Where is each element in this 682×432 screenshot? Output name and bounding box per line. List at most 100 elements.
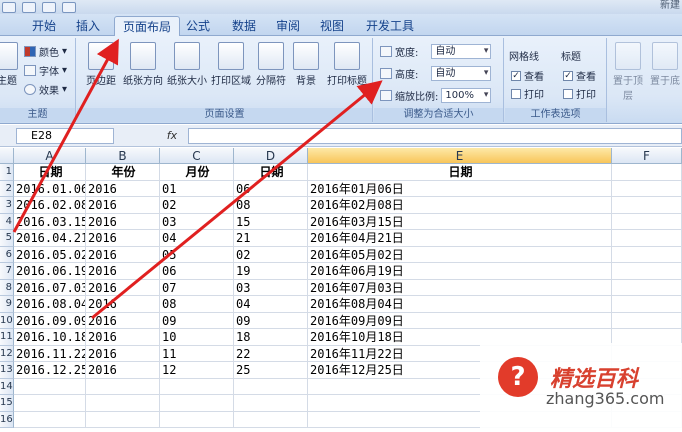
orientation-button[interactable]: 纸张方向 [121,42,165,87]
background-button[interactable]: 背景 [291,42,321,87]
column-header-d[interactable]: D [234,148,308,164]
table-cell[interactable]: 2016年04月21日 [308,230,612,247]
table-cell[interactable]: 2016.04.21 [14,230,86,247]
fx-icon[interactable]: fx [160,128,184,144]
table-cell[interactable]: 2016 [86,230,160,247]
table-cell[interactable]: 10 [160,329,234,346]
row-header[interactable]: 12 [0,345,14,362]
table-cell[interactable]: 01 [160,180,234,197]
empty-cell[interactable] [160,378,234,395]
tab-page-layout[interactable]: 页面布局 [114,16,181,36]
table-cell[interactable]: 08 [234,197,308,214]
row-header[interactable]: 14 [0,378,14,395]
name-box[interactable]: E28 [16,128,114,144]
table-cell[interactable]: 2016年02月08日 [308,197,612,214]
empty-cell[interactable] [234,411,308,428]
table-cell[interactable]: 03 [234,279,308,296]
formula-input[interactable] [188,128,682,144]
table-cell[interactable]: 06 [234,180,308,197]
tab-view[interactable]: 视图 [312,16,352,36]
row-header[interactable]: 13 [0,362,14,379]
table-cell[interactable]: 2016.09.09 [14,312,86,329]
table-cell[interactable]: 2016 [86,246,160,263]
tab-review[interactable]: 审阅 [268,16,308,36]
theme-fonts-button[interactable]: 字体 ▾ [24,63,67,78]
table-cell[interactable]: 02 [234,246,308,263]
row-header[interactable]: 4 [0,213,14,230]
tab-data[interactable]: 数据 [224,16,264,36]
table-cell[interactable]: 2016 [86,263,160,280]
breaks-button[interactable]: 分隔符 [253,42,289,87]
table-cell[interactable]: 2016年03月15日 [308,213,612,230]
table-cell[interactable]: 2016 [86,296,160,313]
undo-icon[interactable] [42,1,56,13]
row-header[interactable]: 2 [0,180,14,197]
empty-cell[interactable] [612,312,682,329]
table-cell[interactable]: 06 [160,263,234,280]
empty-cell[interactable] [86,378,160,395]
table-header-cell[interactable]: 月份 [160,164,234,181]
table-cell[interactable]: 15 [234,213,308,230]
empty-cell[interactable] [14,378,86,395]
scale-spinner[interactable]: 100% [441,88,492,103]
table-cell[interactable]: 19 [234,263,308,280]
empty-cell[interactable] [612,279,682,296]
width-dropdown[interactable]: 自动 [431,44,492,59]
margins-button[interactable]: 页边距 [81,42,121,87]
table-cell[interactable]: 09 [160,312,234,329]
tab-insert[interactable]: 插入 [68,16,108,36]
tab-developer[interactable]: 开发工具 [358,16,422,36]
theme-effects-button[interactable]: 效果 ▾ [24,82,67,97]
table-cell[interactable]: 05 [160,246,234,263]
table-cell[interactable]: 03 [160,213,234,230]
table-cell[interactable]: 2016 [86,329,160,346]
table-cell[interactable]: 08 [160,296,234,313]
column-header-e[interactable]: E [308,148,612,164]
send-backward-button[interactable]: 置于底 [648,42,682,87]
print-preview-icon[interactable] [62,1,76,13]
row-header[interactable]: 10 [0,312,14,329]
table-cell[interactable]: 04 [234,296,308,313]
tab-home[interactable]: 开始 [24,16,64,36]
gridlines-print-checkbox[interactable]: 打印 [511,86,544,101]
table-cell[interactable]: 2016.11.22 [14,345,86,362]
column-header-c[interactable]: C [160,148,234,164]
table-cell[interactable]: 2016 [86,197,160,214]
headings-print-checkbox[interactable]: 打印 [563,86,596,101]
empty-cell[interactable] [14,395,86,412]
table-cell[interactable]: 2016年05月02日 [308,246,612,263]
row-header[interactable]: 16 [0,411,14,428]
print-titles-button[interactable]: 打印标题 [323,42,371,87]
empty-cell[interactable] [86,411,160,428]
table-cell[interactable]: 25 [234,362,308,379]
table-cell[interactable]: 2016年07月03日 [308,279,612,296]
table-cell[interactable]: 07 [160,279,234,296]
empty-cell[interactable] [160,411,234,428]
table-cell[interactable]: 2016.02.08 [14,197,86,214]
table-cell[interactable]: 2016.05.02 [14,246,86,263]
table-cell[interactable]: 2016.06.19 [14,263,86,280]
column-header-f[interactable]: F [612,148,682,164]
headings-view-checkbox[interactable]: ✓ 查看 [563,68,596,83]
table-cell[interactable]: 22 [234,345,308,362]
table-cell[interactable]: 2016.07.03 [14,279,86,296]
table-cell[interactable]: 2016年09月09日 [308,312,612,329]
table-cell[interactable]: 21 [234,230,308,247]
empty-cell[interactable] [160,395,234,412]
table-cell[interactable]: 2016.12.25 [14,362,86,379]
table-header-cell[interactable]: 日期 [308,164,612,181]
table-cell[interactable]: 2016 [86,213,160,230]
empty-cell[interactable] [612,246,682,263]
empty-cell[interactable] [612,180,682,197]
table-cell[interactable]: 2016年06月19日 [308,263,612,280]
empty-cell[interactable] [234,395,308,412]
empty-cell[interactable] [612,263,682,280]
empty-cell[interactable] [234,378,308,395]
table-cell[interactable]: 12 [160,362,234,379]
select-all-corner[interactable] [0,148,14,164]
table-header-cell[interactable]: 日期 [234,164,308,181]
empty-cell[interactable] [612,296,682,313]
bring-forward-button[interactable]: 置于顶层 [610,42,646,102]
table-cell[interactable]: 11 [160,345,234,362]
theme-colors-button[interactable]: 颜色 ▾ [24,44,67,59]
